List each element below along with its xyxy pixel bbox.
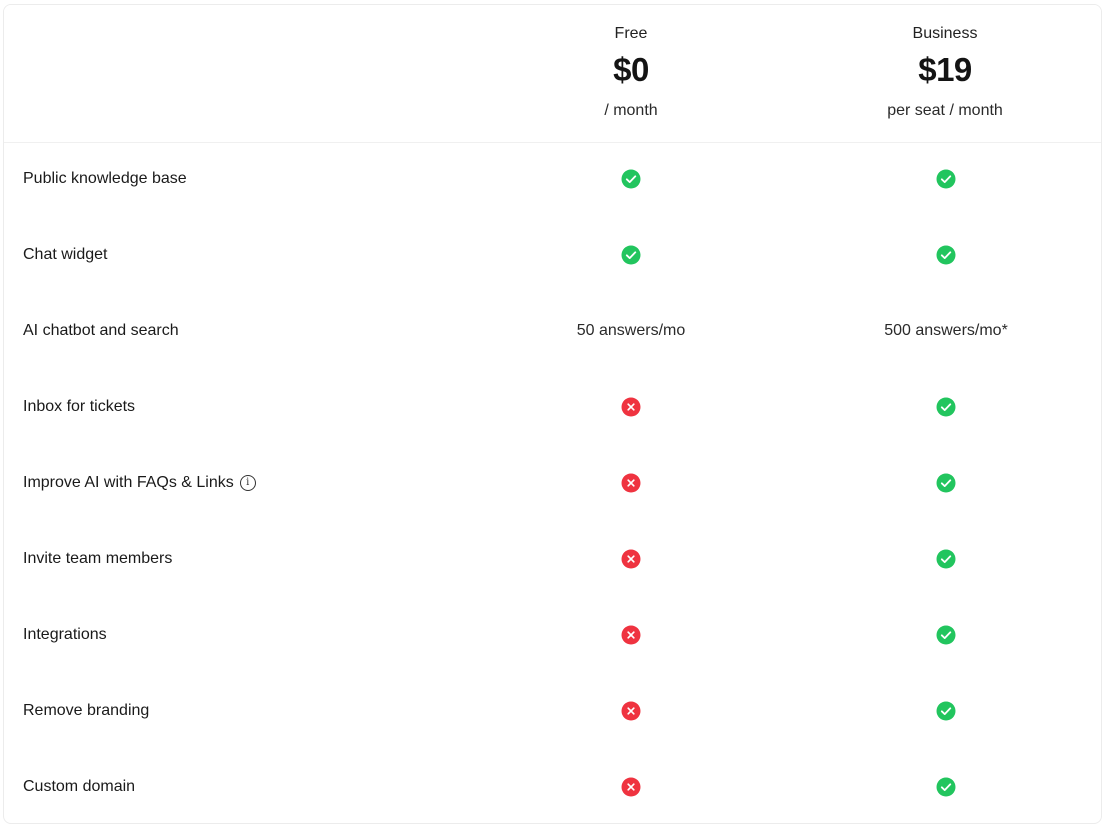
check-icon <box>936 245 956 265</box>
feature-label-text: Inbox for tickets <box>23 398 136 415</box>
feature-row: AI chatbot and search 50 answers/mo 500 an… <box>4 293 1101 369</box>
feature-row: Chat widget <box>4 217 1101 293</box>
feature-label-text: Custom domain <box>23 778 136 795</box>
feature-label-text: Remove branding <box>23 702 150 719</box>
feature-row: Improve AI with FAQs & Links i <box>4 445 1101 521</box>
feature-label: Public knowledge base <box>23 170 187 188</box>
info-icon[interactable]: i <box>239 475 256 491</box>
feature-row: Remove branding <box>4 673 1101 749</box>
feature-row: Invite team members <box>4 521 1101 597</box>
feature-value-business: 500 answers/mo* <box>884 322 1008 339</box>
feature-label-text: Improve AI with FAQs & Links <box>23 474 234 491</box>
check-icon <box>936 473 956 493</box>
cross-icon <box>621 625 641 645</box>
feature-row: Public knowledge base <box>4 141 1101 217</box>
feature-label-text: Public knowledge base <box>23 170 187 187</box>
feature-row: Integrations <box>4 597 1101 673</box>
feature-label: Chat widget <box>23 246 108 264</box>
feature-label-text: Chat widget <box>23 246 108 263</box>
check-icon <box>936 701 956 721</box>
check-icon <box>936 549 956 569</box>
feature-label: Custom domain <box>23 778 135 796</box>
check-icon <box>936 625 956 645</box>
plan-name: Business <box>912 25 978 42</box>
feature-label: Improve AI with FAQs & Links i <box>23 474 256 492</box>
pricing-comparison-table: Free $0 / month Business $19 per seat / … <box>3 4 1102 824</box>
plan-price: $19 <box>918 51 972 88</box>
plan-name: Free <box>614 25 648 42</box>
feature-label-text: Integrations <box>23 626 107 643</box>
cross-icon <box>621 549 641 569</box>
check-icon <box>936 777 956 797</box>
check-icon <box>936 169 956 189</box>
plan-price: $0 <box>613 51 649 88</box>
feature-label-text: AI chatbot and search <box>23 322 179 339</box>
feature-value-free: 50 answers/mo <box>576 322 686 339</box>
feature-label: Integrations <box>23 626 107 644</box>
feature-label: Remove branding <box>23 702 149 720</box>
check-icon <box>936 397 956 417</box>
cross-icon <box>621 397 641 417</box>
feature-label: AI chatbot and search <box>23 322 179 340</box>
check-icon <box>621 245 641 265</box>
feature-label-text: Invite team members <box>23 550 173 567</box>
feature-label: Inbox for tickets <box>23 398 135 416</box>
cross-icon <box>621 701 641 721</box>
feature-row: Inbox for tickets <box>4 369 1101 445</box>
cross-icon <box>621 777 641 797</box>
check-icon <box>621 169 641 189</box>
plan-period: per seat / month <box>887 102 1003 119</box>
pricing-header: Free $0 / month Business $19 per seat / … <box>4 5 1101 143</box>
cross-icon <box>621 473 641 493</box>
feature-row: Custom domain <box>4 749 1101 823</box>
feature-label: Invite team members <box>23 550 172 568</box>
plan-period: / month <box>604 102 658 119</box>
